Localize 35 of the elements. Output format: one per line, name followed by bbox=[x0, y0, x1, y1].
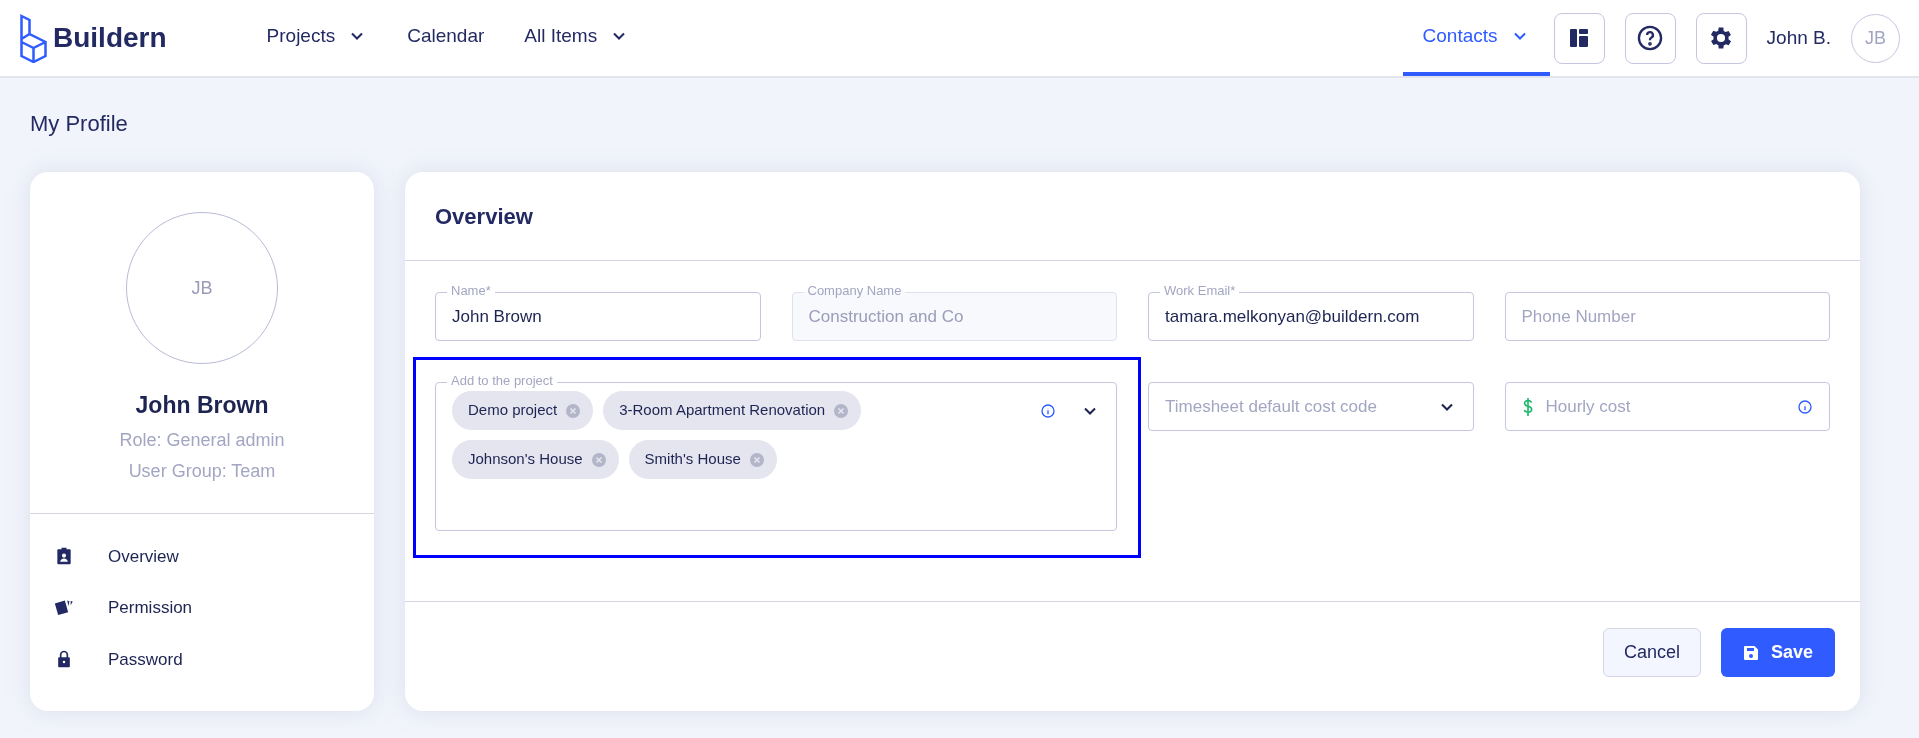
profile-name: John Brown bbox=[135, 391, 269, 420]
nav-menu[interactable]: All Items bbox=[504, 0, 650, 76]
profile-group: User Group: Team bbox=[128, 457, 276, 485]
brand-name: Buildern bbox=[53, 21, 167, 55]
profile-role: Role: General admin bbox=[119, 428, 285, 452]
page-title: My Profile bbox=[30, 112, 129, 136]
id-badge-icon bbox=[54, 546, 74, 567]
nav-menu[interactable]: Contacts bbox=[1402, 0, 1550, 76]
layout-button[interactable] bbox=[1553, 12, 1605, 64]
help-button[interactable] bbox=[1624, 12, 1676, 64]
info-icon bbox=[1797, 398, 1813, 415]
logo-icon bbox=[18, 13, 49, 63]
info-icon bbox=[1040, 403, 1056, 419]
remove-icon[interactable] bbox=[590, 451, 607, 468]
remove-icon[interactable] bbox=[833, 402, 850, 419]
profile-menu-item[interactable]: Overview bbox=[108, 543, 179, 569]
nav-menu[interactable]: Projects bbox=[246, 0, 388, 76]
remove-icon[interactable] bbox=[748, 451, 765, 468]
cancel-button[interactable]: Cancel bbox=[1602, 628, 1701, 677]
dollar-icon bbox=[1521, 396, 1534, 417]
project-tag[interactable]: Johnson's House bbox=[452, 440, 619, 479]
field-label: Company Name bbox=[803, 283, 906, 299]
project-tag[interactable]: Demo project bbox=[452, 391, 594, 430]
project-tag[interactable]: 3-Room Apartment Renovation bbox=[603, 391, 862, 430]
remove-icon[interactable] bbox=[565, 402, 582, 419]
profile-menu-item[interactable]: Permission bbox=[108, 595, 193, 621]
section-title: Overview bbox=[435, 202, 533, 231]
save-button[interactable]: Save bbox=[1720, 628, 1835, 677]
profile-menu-item[interactable]: Password bbox=[108, 646, 183, 672]
user-name: John B. bbox=[1766, 25, 1831, 50]
field-label: Add to the project bbox=[447, 373, 557, 389]
settings-button[interactable] bbox=[1695, 12, 1747, 64]
project-tag[interactable]: Smith's House bbox=[628, 440, 777, 479]
nav-menu[interactable]: Calendar bbox=[387, 0, 505, 76]
help-icon bbox=[1636, 24, 1665, 52]
